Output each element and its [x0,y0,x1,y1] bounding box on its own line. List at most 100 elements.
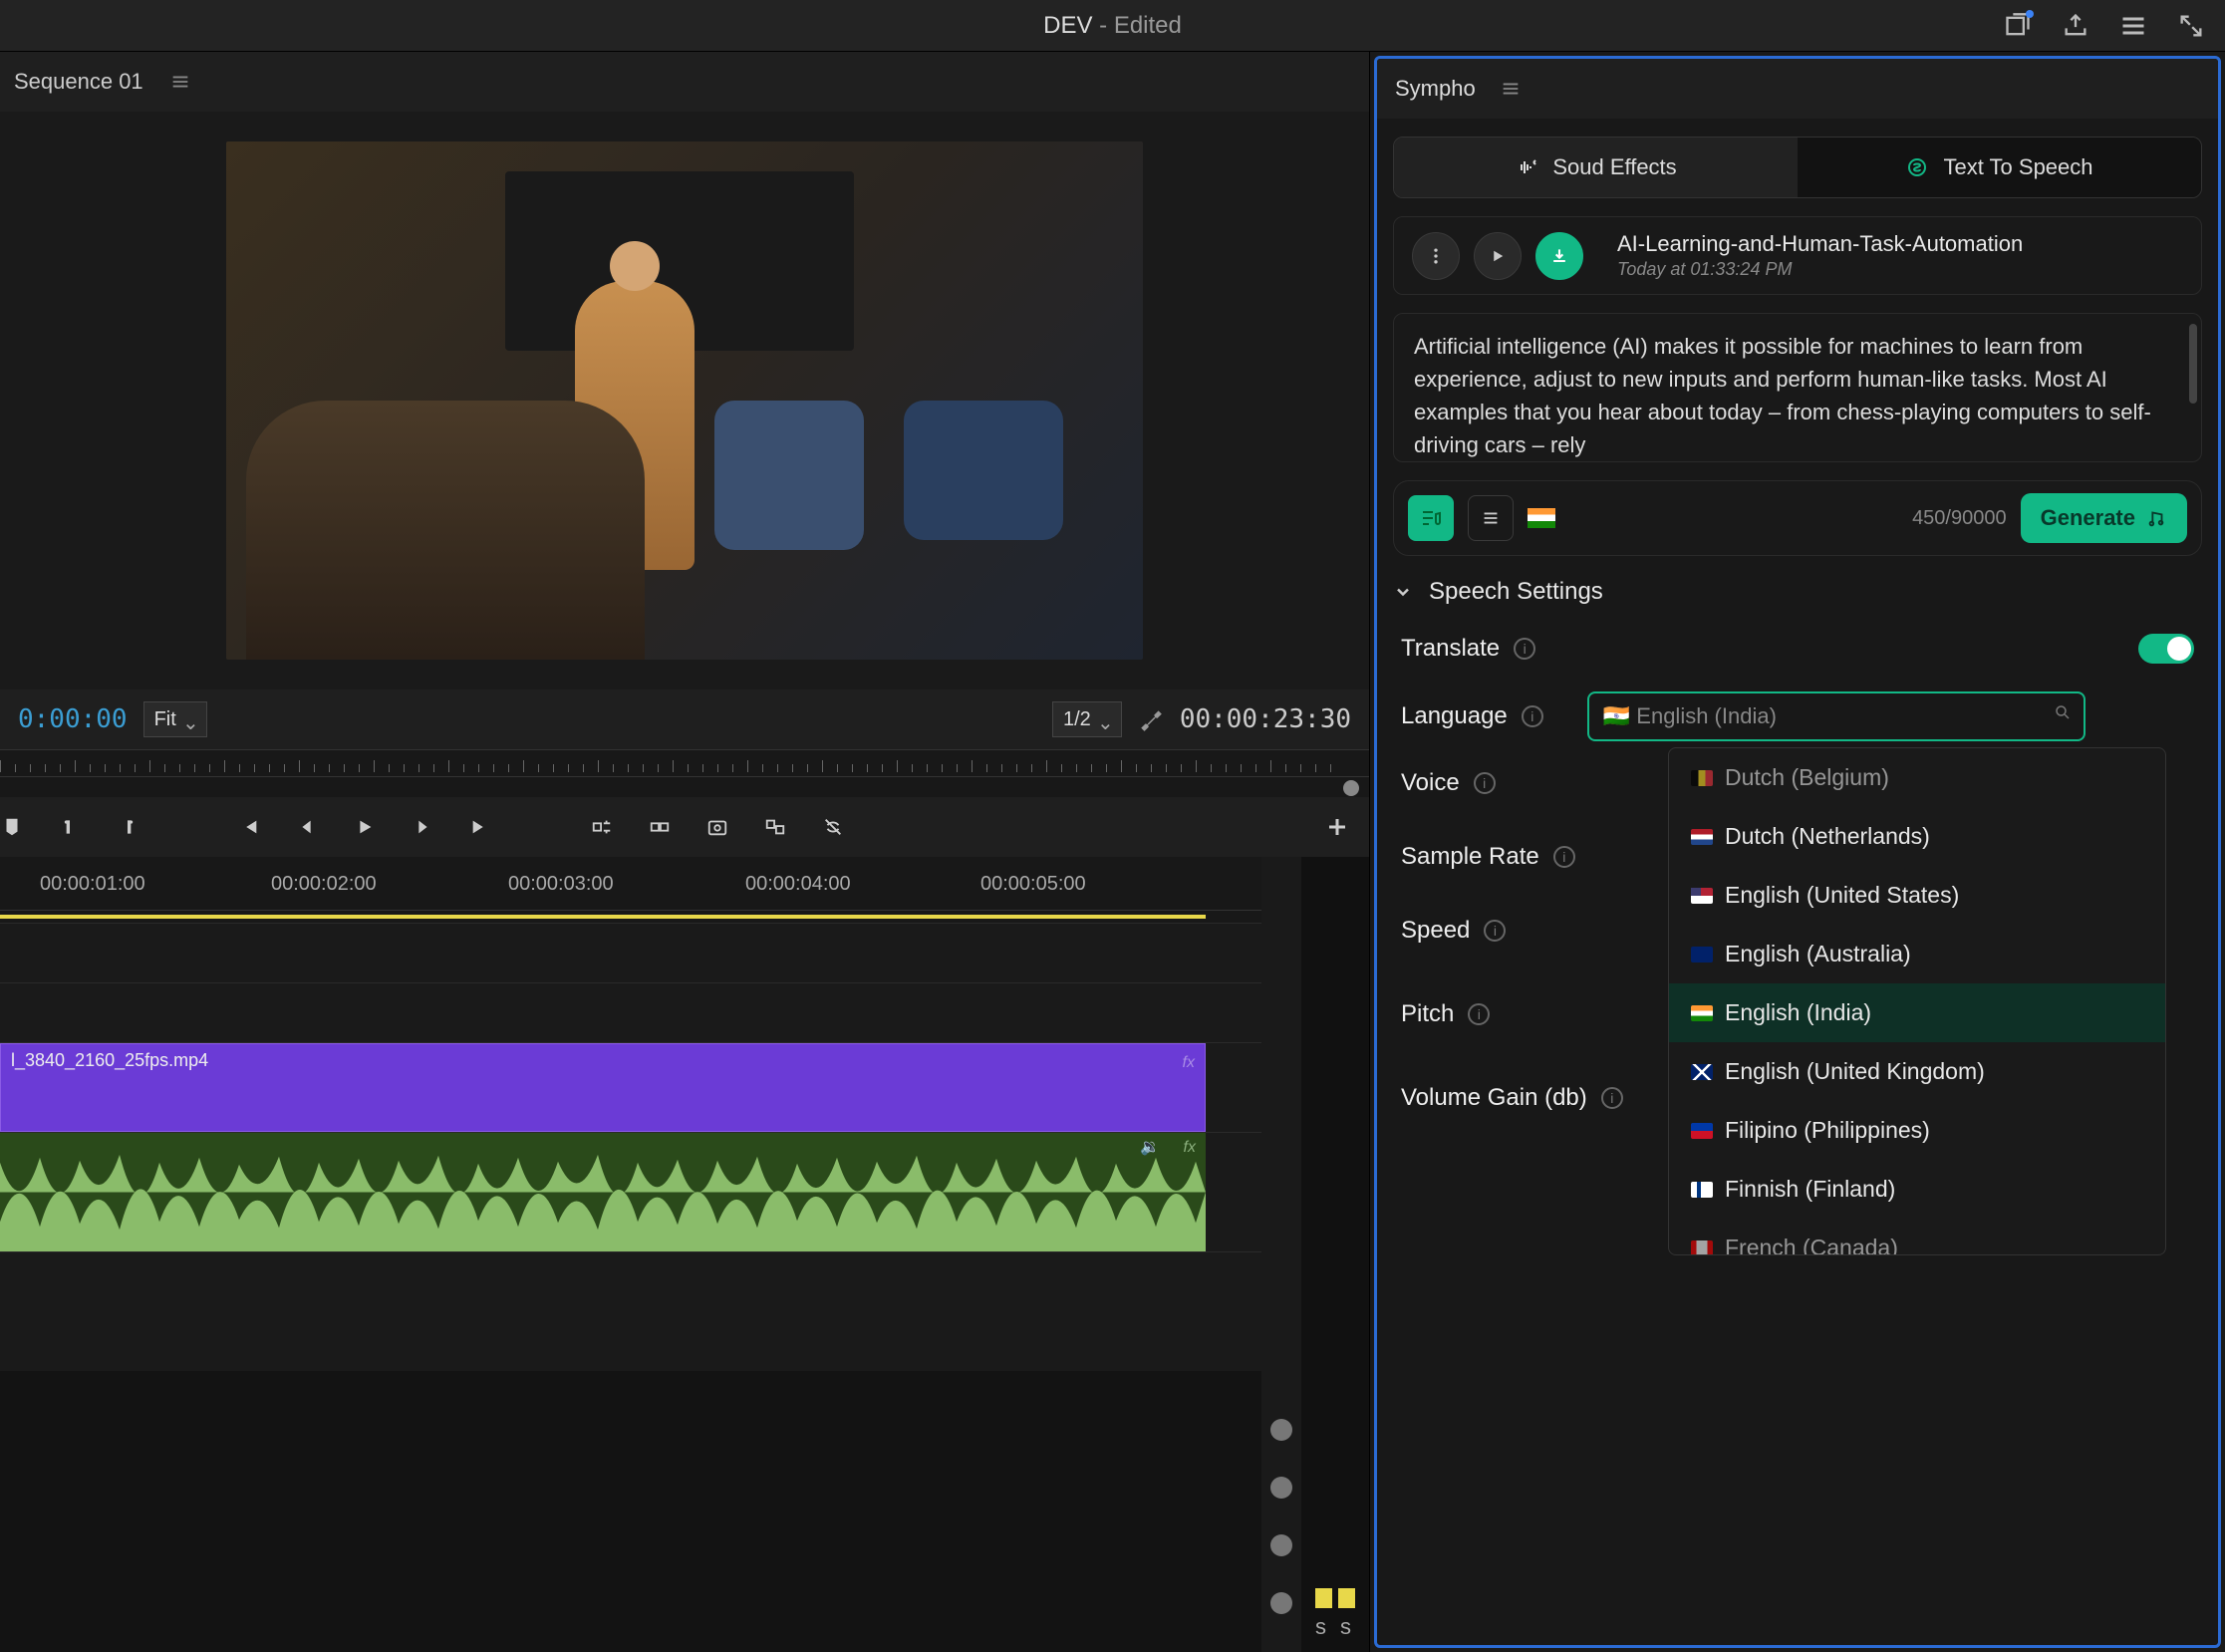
play-icon[interactable] [353,815,377,839]
scrub-handle[interactable] [1343,780,1359,796]
track-empty[interactable] [0,1251,1261,1371]
clip-name: l_3840_2160_25fps.mp4 [11,1050,208,1071]
zoom-fit-select[interactable]: Fit [143,701,207,737]
insert-icon[interactable] [590,815,614,839]
flag-icon [1691,1182,1713,1198]
flag-icon [1691,1064,1713,1080]
sequence-header: Sequence 01 [0,52,1369,112]
translate-label: Translate [1401,635,1500,663]
language-option[interactable]: French (Canada) [1669,1219,2165,1255]
section-title: Speech Settings [1429,578,1603,606]
in-point-icon[interactable] [58,815,82,839]
option-label: English (Australia) [1725,941,1911,967]
language-option[interactable]: English (United Kingdom) [1669,1042,2165,1101]
overwrite-icon[interactable] [648,815,672,839]
info-icon[interactable]: i [1468,1003,1490,1025]
fx-badge: fx [1183,1054,1195,1072]
comparison-icon[interactable] [763,815,787,839]
translate-toggle[interactable] [2138,634,2194,664]
audio-clip[interactable]: 🔉 fx [0,1133,1206,1251]
workspace-icon[interactable] [2004,12,2032,40]
more-icon[interactable] [1412,232,1460,280]
fullscreen-icon[interactable] [2177,12,2205,40]
settings-wrench-icon[interactable] [1138,706,1164,732]
info-icon[interactable]: i [1474,772,1496,794]
asset-title: AI-Learning-and-Human-Task-Automation [1617,231,2023,257]
language-dropdown[interactable]: Dutch (Belgium)Dutch (Netherlands)Englis… [1668,747,2166,1255]
info-icon[interactable]: i [1484,920,1506,942]
play-asset-icon[interactable] [1474,232,1522,280]
language-option[interactable]: Dutch (Netherlands) [1669,807,2165,866]
out-point-icon[interactable] [116,815,139,839]
script-textbox[interactable]: Artificial intelligence (AI) makes it po… [1393,313,2202,462]
tab-label: Text To Speech [1943,154,2092,180]
work-area-bar[interactable] [0,911,1261,923]
audio-track[interactable]: 🔉 fx [0,1132,1261,1251]
flag-icon[interactable] [1528,508,1555,528]
scrollbar[interactable] [2189,324,2197,404]
char-count: 450/90000 [1912,507,2007,530]
add-button-icon[interactable] [1325,815,1349,839]
tts-icon [1905,155,1929,179]
track-empty[interactable] [0,923,1261,982]
language-input[interactable] [1587,691,2086,741]
flag-icon [1691,947,1713,963]
resolution-select[interactable]: 1/2 [1052,701,1122,737]
export-icon[interactable] [2062,12,2089,40]
panel-list-icon[interactable] [2119,12,2147,40]
language-option[interactable]: English (United States) [1669,866,2165,925]
info-icon[interactable]: i [1553,846,1575,868]
flag-icon [1691,829,1713,845]
tab-text-to-speech[interactable]: Text To Speech [1798,138,2201,197]
asset-card: AI-Learning-and-Human-Task-Automation To… [1393,216,2202,295]
import-asset-icon[interactable] [1535,232,1583,280]
timecode-current[interactable]: 0:00:00 [18,704,128,734]
transport-bar [0,797,1369,857]
viewer-ruler[interactable] [0,749,1369,777]
tab-sound-effects[interactable]: Soud Effects [1394,138,1798,197]
go-start-icon[interactable] [237,815,261,839]
generate-button[interactable]: Generate [2021,493,2187,543]
sequence-menu-icon[interactable] [169,71,191,93]
music-list-icon[interactable] [1408,495,1454,541]
scroll-knob[interactable] [1270,1534,1292,1556]
vu-solo-label[interactable]: s s [1315,1614,1355,1640]
language-option[interactable]: English (Australia) [1669,925,2165,983]
scroll-knob[interactable] [1270,1477,1292,1499]
pitch-label: Pitch [1401,1000,1454,1028]
timeline-ruler[interactable]: 00:00:01:00 00:00:02:00 00:00:03:00 00:0… [0,857,1261,911]
sympho-panel: Sympho Soud Effects Text To Speech [1374,56,2221,1648]
info-icon[interactable]: i [1514,638,1535,660]
vu-meter: s s [1301,857,1369,1652]
track-empty[interactable] [0,982,1261,1042]
script-text: Artificial intelligence (AI) makes it po… [1414,330,2181,461]
scrub-bar[interactable] [0,777,1369,797]
speech-settings-header[interactable]: Speech Settings [1393,578,2202,606]
language-option[interactable]: English (India) [1669,983,2165,1042]
scroll-knob[interactable] [1270,1419,1292,1441]
step-back-icon[interactable] [295,815,319,839]
info-icon[interactable]: i [1601,1087,1623,1109]
fx-badge: fx [1184,1139,1196,1157]
marker-icon[interactable] [0,815,24,839]
video-track[interactable]: l_3840_2160_25fps.mp4 fx [0,1042,1261,1132]
list-icon[interactable] [1468,495,1514,541]
timecode-duration: 00:00:23:30 [1180,704,1351,734]
option-label: French (Canada) [1725,1235,1898,1255]
go-end-icon[interactable] [468,815,492,839]
video-clip[interactable]: l_3840_2160_25fps.mp4 fx [0,1043,1206,1132]
step-forward-icon[interactable] [411,815,434,839]
time-label: 00:00:03:00 [508,873,614,896]
scroll-knob[interactable] [1270,1592,1292,1614]
option-label: English (India) [1725,999,1871,1026]
info-icon[interactable]: i [1522,705,1543,727]
language-option[interactable]: Filipino (Philippines) [1669,1101,2165,1160]
proxy-toggle-icon[interactable] [821,815,845,839]
export-frame-icon[interactable] [705,815,729,839]
timeline-scroll[interactable] [1261,857,1301,1652]
time-label: 00:00:01:00 [40,873,145,896]
language-option[interactable]: Finnish (Finland) [1669,1160,2165,1219]
window-title: DEV - Edited [1043,12,1182,40]
language-option[interactable]: Dutch (Belgium) [1669,748,2165,807]
panel-menu-icon[interactable] [1500,78,1522,100]
